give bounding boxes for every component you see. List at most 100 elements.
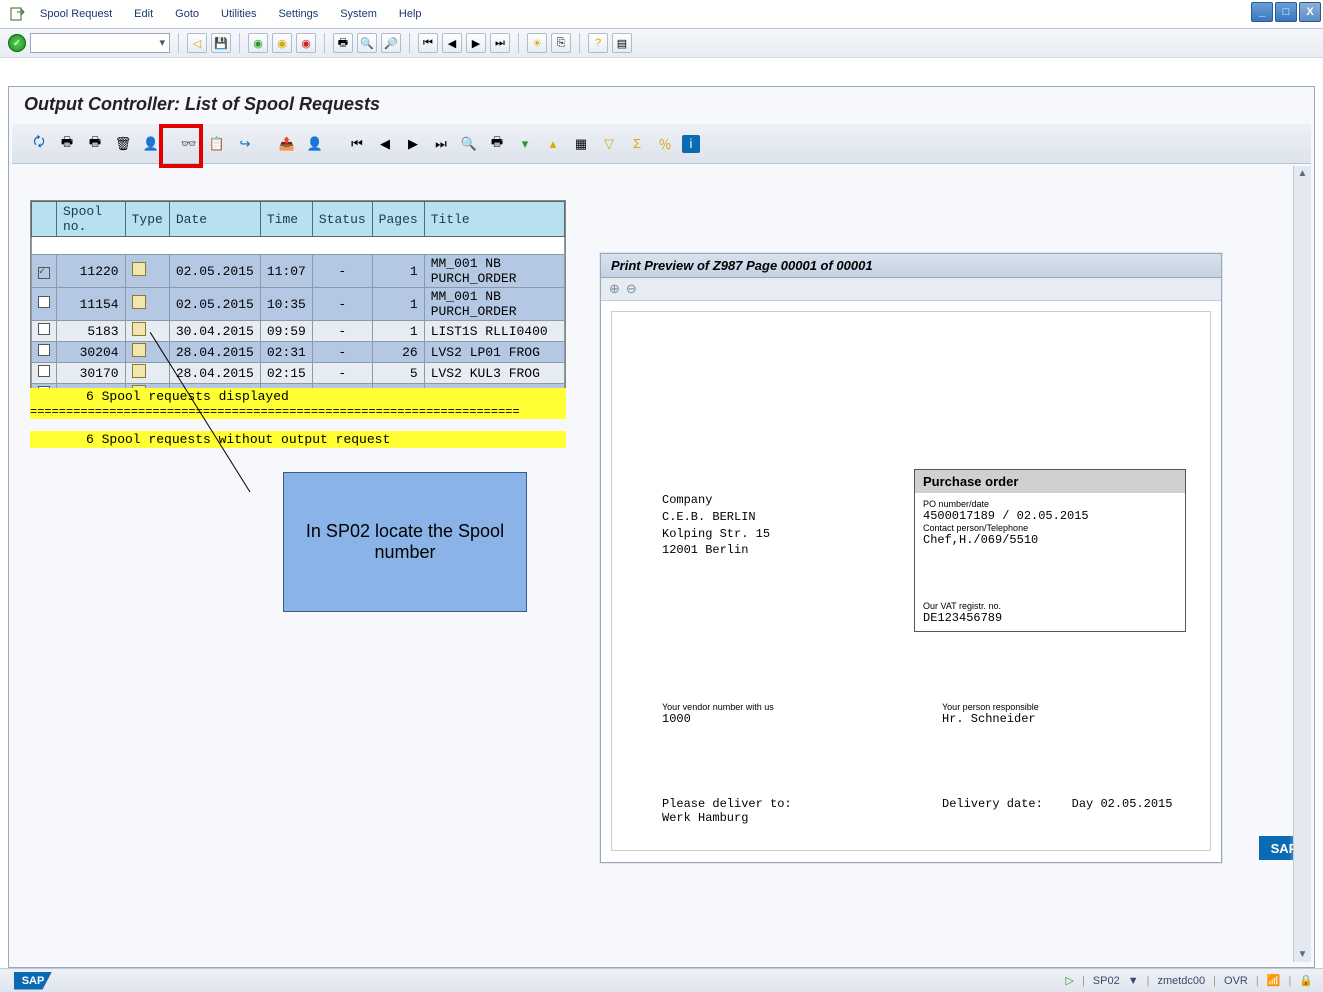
table-row[interactable]: 30204 28.04.2015 02:31 - 26 LVS2 LP01 FR… — [32, 342, 565, 363]
table-row[interactable]: 11220 02.05.2015 11:07 - 1 MM_001 NB PUR… — [32, 255, 565, 288]
type-icon — [132, 295, 146, 309]
row-checkbox[interactable] — [38, 365, 50, 377]
shortcut-icon[interactable]: ⎘ — [551, 33, 571, 53]
row-checkbox[interactable] — [38, 344, 50, 356]
table-row[interactable]: 11154 02.05.2015 10:35 - 1 MM_001 NB PUR… — [32, 288, 565, 321]
contact-label: Contact person/Telephone — [923, 523, 1177, 533]
nav-prev-icon[interactable]: ◀ — [374, 133, 396, 155]
user-icon[interactable]: 👤 — [140, 133, 162, 155]
vendor-block: Your vendor number with us 1000 — [662, 702, 774, 726]
cell-spool: 11220 — [57, 255, 126, 288]
sort-desc-icon[interactable]: ▴ — [542, 133, 564, 155]
display-contents-icon[interactable]: 👓 — [178, 133, 200, 155]
next-page-icon[interactable]: ▶ — [466, 33, 486, 53]
find-btn-icon[interactable]: 🔍 — [357, 33, 377, 53]
prev-page-icon[interactable]: ◀ — [442, 33, 462, 53]
info-icon[interactable]: i — [682, 135, 700, 153]
cell-status: - — [312, 255, 372, 288]
new-session-icon[interactable]: ☀ — [527, 33, 547, 53]
sap-logo-small: SAP — [14, 972, 52, 990]
col-type[interactable]: Type — [125, 202, 169, 237]
table-row[interactable]: 5183 30.04.2015 09:59 - 1 LIST1S RLLI040… — [32, 321, 565, 342]
print-direct-icon[interactable]: 🖶 — [84, 133, 106, 155]
cell-time: 11:07 — [260, 255, 312, 288]
print-btn-icon[interactable]: 🖶 — [333, 33, 353, 53]
vertical-scrollbar[interactable]: ▲ ▼ — [1293, 166, 1311, 962]
summary-line: 6 Spool requests without output request — [30, 431, 566, 448]
col-date[interactable]: Date — [169, 202, 260, 237]
exit-yellow-icon[interactable]: ◉ — [272, 33, 292, 53]
refresh-icon[interactable]: 🗘 — [28, 133, 50, 155]
menu-settings[interactable]: Settings — [268, 6, 328, 22]
zoom-out-icon[interactable]: ⊖ — [626, 281, 637, 297]
subtotal-icon[interactable]: ％ — [654, 133, 676, 155]
total-icon[interactable]: Σ — [626, 133, 648, 155]
type-icon — [132, 262, 146, 276]
row-checkbox[interactable] — [38, 296, 50, 308]
preview-document: Company C.E.B. BERLIN Kolping Str. 15 12… — [611, 311, 1211, 851]
table-row[interactable]: 30170 28.04.2015 02:15 - 5 LVS2 KUL3 FRO… — [32, 363, 565, 384]
menu-spool-request[interactable]: Spool Request — [30, 6, 122, 22]
status-dropdown-icon[interactable]: ▼ — [1128, 975, 1139, 987]
col-title[interactable]: Title — [424, 202, 564, 237]
nav-last-icon[interactable]: ⏭ — [430, 133, 452, 155]
status-lock-icon[interactable]: 🔒 — [1299, 974, 1313, 987]
forward-icon[interactable]: ↪ — [234, 133, 256, 155]
exit-green-icon[interactable]: ◉ — [248, 33, 268, 53]
status-arrow-icon[interactable]: ▷ — [1065, 974, 1073, 987]
cancel-red-icon[interactable]: ◉ — [296, 33, 316, 53]
spool-table: Spool no. Type Date Time Status Pages Ti… — [30, 200, 566, 406]
command-field[interactable] — [30, 33, 170, 53]
enter-btn-icon[interactable]: ✓ — [8, 34, 26, 52]
zoom-in-icon[interactable]: ⊕ — [609, 281, 620, 297]
status-bar: SAP ▷ | SP02 ▼ | zmetdc00 | OVR | 📶 | 🔒 — [0, 968, 1323, 992]
po-info-box: Purchase order PO number/date 4500017189… — [914, 469, 1186, 632]
app-toolbar: 🗘 🖶 🖶 🗑 👤 👓 📋 ↪ 📤 👤 ⏮ ◀ ▶ ⏭ 🔍 🖶 ▾ ▴ ▦ ▽ … — [12, 124, 1311, 164]
save-btn-icon[interactable]: 💾 — [211, 33, 231, 53]
contact-value: Chef,H./069/5510 — [923, 533, 1177, 547]
nav-next-icon[interactable]: ▶ — [402, 133, 424, 155]
first-page-icon[interactable]: ⏮ — [418, 33, 438, 53]
col-time[interactable]: Time — [260, 202, 312, 237]
print2-icon[interactable]: 🖶 — [486, 133, 508, 155]
scroll-down-icon[interactable]: ▼ — [1296, 947, 1310, 962]
col-pages[interactable]: Pages — [372, 202, 424, 237]
vat-value: DE123456789 — [923, 611, 1177, 625]
layout-menu-icon[interactable]: ▤ — [612, 33, 632, 53]
user2-icon[interactable]: 👤 — [304, 133, 326, 155]
nav-first-icon[interactable]: ⏮ — [346, 133, 368, 155]
col-status[interactable]: Status — [312, 202, 372, 237]
menu-help[interactable]: Help — [389, 6, 432, 22]
col-spoolno[interactable]: Spool no. — [57, 202, 126, 237]
page-title: Output Controller: List of Spool Request… — [24, 94, 380, 115]
status-mode: OVR — [1224, 975, 1248, 987]
row-checkbox[interactable] — [38, 323, 50, 335]
menu-edit[interactable]: Edit — [124, 6, 163, 22]
cell-date: 02.05.2015 — [169, 255, 260, 288]
spreadsheet-icon[interactable]: ▦ — [570, 133, 592, 155]
close-window-btn[interactable]: X — [1299, 2, 1321, 22]
filter-icon[interactable]: ▽ — [598, 133, 620, 155]
menu-goto[interactable]: Goto — [165, 6, 209, 22]
back-btn-icon[interactable]: ◁ — [187, 33, 207, 53]
sort-asc-icon[interactable]: ▾ — [514, 133, 536, 155]
attributes-icon[interactable]: 📋 — [206, 133, 228, 155]
menu-export-icon[interactable] — [8, 6, 28, 22]
minimize-window-btn[interactable]: _ — [1251, 2, 1273, 22]
maximize-window-btn[interactable]: □ — [1275, 2, 1297, 22]
menu-system[interactable]: System — [330, 6, 387, 22]
help-f1-icon[interactable]: ? — [588, 33, 608, 53]
last-page-icon[interactable]: ⏭ — [490, 33, 510, 53]
print-icon[interactable]: 🖶 — [56, 133, 78, 155]
col-check — [32, 202, 57, 237]
status-system: zmetdc00 — [1157, 975, 1205, 987]
scroll-up-icon[interactable]: ▲ — [1296, 166, 1310, 181]
status-tcode[interactable]: SP02 — [1093, 975, 1120, 987]
status-connection-icon[interactable]: 📶 — [1267, 974, 1281, 987]
export-icon[interactable]: 📤 — [276, 133, 298, 155]
menu-utilities[interactable]: Utilities — [211, 6, 266, 22]
delete-icon[interactable]: 🗑 — [112, 133, 134, 155]
row-checkbox[interactable] — [38, 267, 50, 279]
find-next-btn-icon[interactable]: 🔎 — [381, 33, 401, 53]
find-icon[interactable]: 🔍 — [458, 133, 480, 155]
